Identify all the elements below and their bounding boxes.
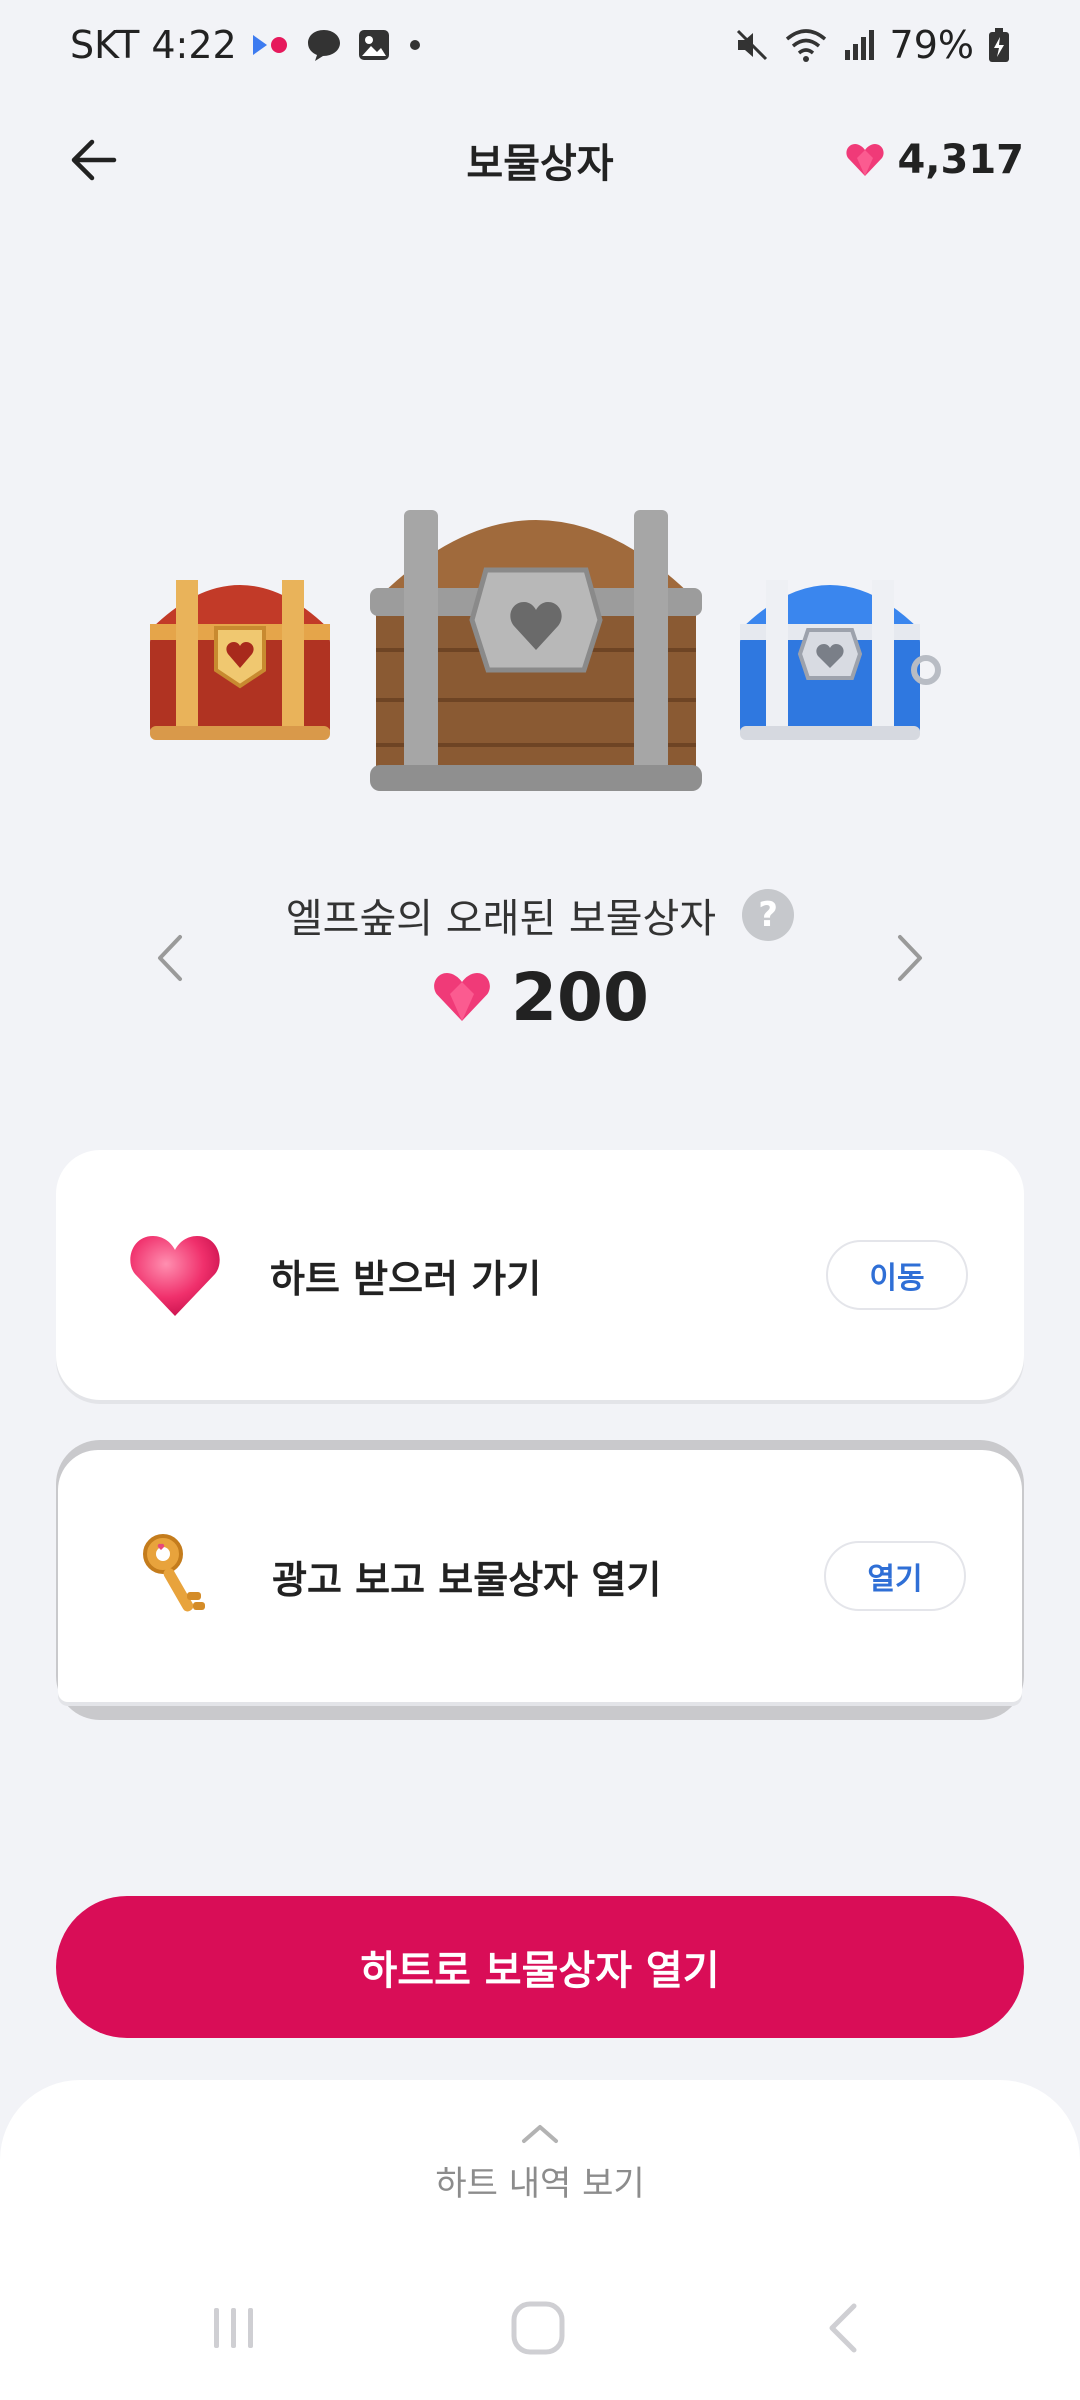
- back-arrow-icon: [71, 139, 117, 181]
- gold-chest-image: [150, 580, 330, 740]
- chest-price: 200: [0, 952, 1080, 1042]
- recent-apps-icon[interactable]: [206, 2300, 262, 2356]
- page-title: 보물상자: [466, 141, 614, 187]
- more-notifications-dot-icon: [405, 35, 425, 55]
- watch-ad-label: 광고 보고 보물상자 열기: [272, 1557, 662, 1602]
- sheet-expand-handle[interactable]: [510, 2114, 570, 2154]
- status-bar: SKT 4:22 79%: [0, 0, 1080, 90]
- chest-name-row: 엘프숲의 오래된 보물상자 ?: [0, 880, 1080, 950]
- treasure-box-screen: SKT 4:22 79% 보물상자 4,317 엘프숲의 오래된 보물상자 ? …: [0, 0, 1080, 2400]
- wooden-chest-image: [370, 510, 702, 791]
- get-hearts-label: 하트 받으러 가기: [270, 1256, 542, 1301]
- open-with-hearts-button[interactable]: 하트로 보물상자 열기: [56, 1896, 1024, 2038]
- app-notification-icon: [251, 31, 291, 59]
- chest-price-value: 200: [511, 958, 649, 1036]
- chat-icon: [305, 27, 343, 63]
- back-nav-icon[interactable]: [818, 2300, 868, 2356]
- back-button[interactable]: [62, 132, 126, 188]
- chevron-up-icon: [522, 2125, 558, 2143]
- go-button[interactable]: 이동: [826, 1240, 968, 1310]
- wifi-icon: [784, 27, 828, 63]
- open-button[interactable]: 열기: [824, 1541, 966, 1611]
- get-hearts-card: 하트 받으러 가기 이동: [56, 1150, 1024, 1400]
- help-icon[interactable]: ?: [742, 889, 795, 941]
- mute-icon: [734, 27, 770, 63]
- status-left: SKT 4:22: [70, 23, 425, 67]
- battery-icon: [988, 27, 1010, 63]
- chest-info: 엘프숲의 오래된 보물상자 ? 200: [0, 880, 1080, 1036]
- chest-name: 엘프숲의 오래된 보물상자: [285, 896, 717, 942]
- gallery-icon: [357, 28, 391, 62]
- status-right: 79%: [734, 23, 1010, 67]
- key-icon: [122, 1525, 232, 1625]
- heart-history-link[interactable]: 하트 내역 보기: [0, 2156, 1080, 2205]
- heart-balance: 4,317: [845, 134, 1024, 186]
- carrier-time: SKT 4:22: [70, 23, 237, 67]
- battery-percent: 79%: [889, 23, 974, 67]
- blue-chest-image: [740, 580, 941, 740]
- heart-gem-icon: [846, 144, 885, 176]
- system-nav-bar: [0, 2280, 1080, 2380]
- home-icon[interactable]: [508, 2300, 568, 2356]
- heart-gem-icon: [434, 973, 490, 1021]
- watch-ad-card: 광고 보고 보물상자 열기 열기: [58, 1450, 1022, 1702]
- signal-icon: [842, 28, 876, 62]
- heart-balance-value: 4,317: [897, 137, 1024, 183]
- app-header: 보물상자 4,317: [0, 110, 1080, 210]
- heart-icon: [120, 1225, 230, 1325]
- chest-carousel: [0, 460, 1080, 820]
